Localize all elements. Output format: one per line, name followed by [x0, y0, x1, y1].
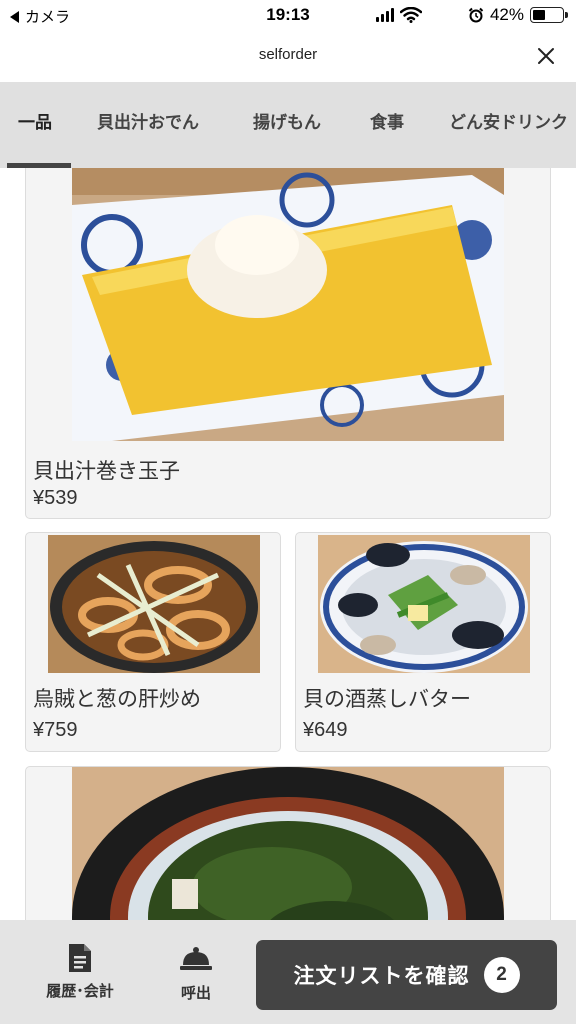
- menu-item-card[interactable]: 烏賊と葱の肝炒め ¥759: [25, 532, 281, 752]
- signal-icon: [375, 8, 394, 22]
- menu-item-price: ¥649: [303, 719, 348, 741]
- confirm-order-list-button[interactable]: 注文リストを確認 2: [256, 940, 557, 1010]
- battery-percent: 42%: [489, 5, 524, 24]
- bottom-bar: 履歴･会計 呼出 注文リストを確認 2: [0, 920, 576, 1024]
- menu-item-card[interactable]: 貝出汁巻き玉子 ¥539: [25, 168, 551, 519]
- menu-item-card[interactable]: [25, 766, 551, 920]
- menu-list[interactable]: 貝出汁巻き玉子 ¥539 烏賊と葱の肝炒め ¥759 貝の酒蒸しバター ¥649: [0, 168, 576, 920]
- page-title: selforder: [258, 46, 318, 63]
- battery-icon: [530, 7, 568, 23]
- category-tabs: 一品 貝出汁おでん 揚げもん 食事 どん安ドリンク: [0, 82, 576, 168]
- menu-item-price: ¥539: [33, 487, 78, 509]
- call-staff-label: 呼出: [180, 984, 211, 1002]
- document-icon: [69, 944, 91, 972]
- history-checkout-label: 履歴･会計: [46, 982, 114, 1000]
- menu-item-name: 貝出汁巻き玉子: [33, 459, 180, 483]
- bell-icon: [180, 947, 212, 970]
- wifi-icon: [399, 7, 422, 23]
- menu-item-name: 烏賊と葱の肝炒め: [33, 687, 201, 711]
- seaweed-hotpot-photo: [72, 767, 504, 920]
- alarm-icon: [468, 7, 484, 23]
- rolled-omelette-photo: [72, 168, 504, 441]
- confirm-order-label: 注文リストを確認: [293, 964, 470, 988]
- tab-agemon[interactable]: 揚げもん: [253, 82, 321, 168]
- tab-drinks[interactable]: どん安ドリンク: [449, 82, 568, 168]
- menu-item-card[interactable]: 貝の酒蒸しバター ¥649: [295, 532, 551, 752]
- status-bar: カメラ 19:13 42%: [0, 0, 576, 32]
- squid-stirfry-photo: [48, 535, 260, 673]
- steamed-clams-photo: [318, 535, 530, 673]
- history-checkout-button[interactable]: 履歴･会計: [30, 920, 130, 1024]
- menu-item-name: 貝の酒蒸しバター: [303, 687, 471, 711]
- menu-item-price: ¥759: [33, 719, 78, 741]
- call-staff-button[interactable]: 呼出: [160, 920, 232, 1024]
- tab-oden[interactable]: 貝出汁おでん: [97, 82, 199, 168]
- app-header: selforder: [0, 32, 576, 82]
- close-icon[interactable]: [532, 42, 560, 70]
- cart-count-badge: 2: [483, 957, 520, 993]
- tab-shokuji[interactable]: 食事: [370, 82, 404, 168]
- tab-ippin[interactable]: 一品: [18, 82, 52, 168]
